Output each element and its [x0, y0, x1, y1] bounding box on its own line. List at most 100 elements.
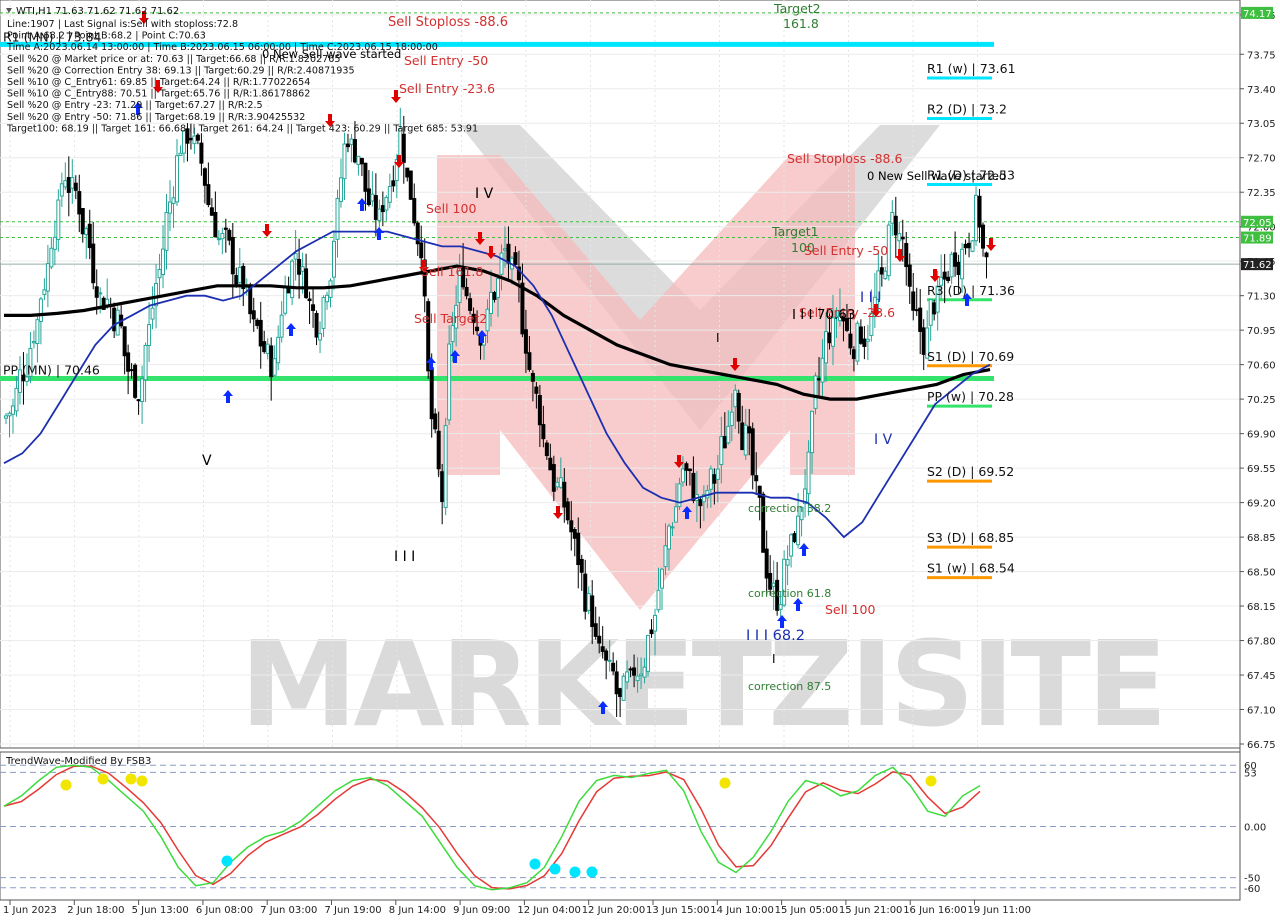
level-label: S2 (D) | 69.52 — [927, 464, 1014, 479]
candle-body — [712, 474, 717, 484]
chart-annotation: Sell Entry -50 — [404, 53, 488, 68]
candle-body — [977, 195, 982, 228]
info-line: Sell %20 @ Entry -23: 71.29 || Target:67… — [7, 100, 263, 111]
candle-body — [450, 325, 455, 343]
candle-body — [373, 195, 378, 220]
candle-body — [91, 243, 96, 284]
candle-body — [35, 319, 40, 345]
candle-body — [157, 268, 162, 279]
candle-body — [269, 345, 274, 378]
candle-body — [45, 263, 50, 292]
candle-body — [715, 468, 720, 480]
candle-body — [168, 201, 172, 214]
candle-body — [297, 259, 302, 275]
candle-body — [234, 275, 239, 285]
chart-annotation: I — [772, 652, 776, 666]
candle-body — [736, 392, 741, 422]
osc-axis-label: 53 — [1244, 768, 1257, 779]
candle-body — [220, 232, 225, 240]
candle-body — [942, 271, 947, 280]
level-label: R1 (w) | 73.61 — [927, 61, 1016, 76]
candle-body — [691, 472, 696, 501]
candle-body — [49, 247, 54, 268]
chart-canvas[interactable]: MARKETZISITE R1 (w) | 73.61 R2 (D) | 73.2… — [0, 0, 1280, 920]
candle-body — [359, 157, 364, 165]
candle-body — [918, 307, 923, 332]
time-tick-label: 9 Jun 09:00 — [453, 905, 510, 916]
candle-body — [87, 223, 92, 249]
price-tick-label: 69.90 — [1247, 430, 1276, 441]
time-tick-label: 2 Jun 18:00 — [67, 905, 124, 916]
candle-body — [911, 291, 916, 311]
candle-body — [981, 224, 986, 249]
candle-body — [551, 464, 556, 492]
candle-body — [785, 559, 790, 566]
candle-body — [255, 319, 260, 326]
candle-body — [59, 183, 64, 197]
candle-body — [31, 341, 36, 344]
time-tick-label: 16 Jun 16:00 — [903, 905, 967, 916]
candle-body — [98, 292, 103, 295]
candle-body — [614, 671, 619, 695]
candle-body — [817, 378, 822, 381]
candle-body — [63, 180, 68, 188]
candle-body — [14, 387, 19, 412]
candle-body — [740, 422, 745, 451]
info-line: Target100: 68.19 || Target 161: 66.68 ||… — [6, 123, 478, 134]
candle-body — [230, 236, 235, 275]
candle-body — [143, 344, 148, 381]
candle-body — [653, 614, 658, 632]
candle-body — [897, 233, 902, 242]
candle-body — [112, 307, 117, 332]
candle-body — [443, 425, 448, 508]
time-tick-label: 12 Jun 04:00 — [517, 905, 581, 916]
candle-body — [408, 170, 413, 200]
candle-body — [70, 177, 75, 189]
candle-body — [750, 428, 755, 476]
candle-body — [967, 242, 972, 249]
candle-body — [433, 413, 438, 430]
candle-body — [597, 635, 602, 644]
candle-body — [733, 389, 738, 408]
candle-body — [272, 358, 277, 376]
candle-body — [513, 252, 518, 265]
candle-body — [698, 499, 703, 507]
price-tag-label: 74.17 — [1243, 9, 1272, 20]
osc-peak-marker — [125, 773, 137, 785]
chart-annotation: 0 New Sell wave started — [867, 169, 1006, 183]
trading-chart-window: MARKETZISITE R1 (w) | 73.61 R2 (D) | 73.2… — [0, 0, 1280, 920]
candle-body — [628, 668, 633, 671]
candle-body — [789, 534, 794, 557]
candle-body — [824, 331, 828, 364]
candle-body — [475, 326, 480, 332]
candle-body — [318, 333, 323, 341]
monthly-level-label: PP (MN) | 70.46 — [3, 362, 100, 377]
candle-body — [202, 168, 207, 186]
candle-body — [38, 298, 43, 322]
candle-body — [206, 184, 211, 206]
candle-body — [970, 240, 975, 252]
chart-annotation: 161.8 — [783, 16, 819, 31]
price-tick-label: 68.15 — [1247, 602, 1276, 613]
candle-body — [666, 525, 671, 550]
candle-body — [960, 248, 965, 280]
candle-body — [646, 634, 651, 672]
candle-body — [496, 278, 500, 299]
osc-peak-marker — [719, 777, 731, 789]
candle-body — [223, 227, 228, 230]
time-tick-label: 8 Jun 14:00 — [389, 905, 446, 916]
level-label: PP (w) | 70.28 — [927, 389, 1014, 404]
candle-body — [464, 286, 469, 297]
candle-body — [178, 152, 183, 156]
candle-body — [523, 329, 528, 354]
candle-body — [7, 412, 12, 417]
osc-trough-marker — [529, 858, 541, 870]
chart-annotation: correction 61.8 — [748, 587, 831, 600]
candle-body — [754, 475, 759, 482]
candle-body — [506, 243, 511, 264]
time-tick-label: 7 Jun 19:00 — [325, 905, 382, 916]
candle-body — [687, 468, 692, 472]
candle-body — [321, 297, 326, 329]
chart-annotation: correction 38.2 — [748, 502, 831, 515]
candle-body — [729, 411, 734, 426]
